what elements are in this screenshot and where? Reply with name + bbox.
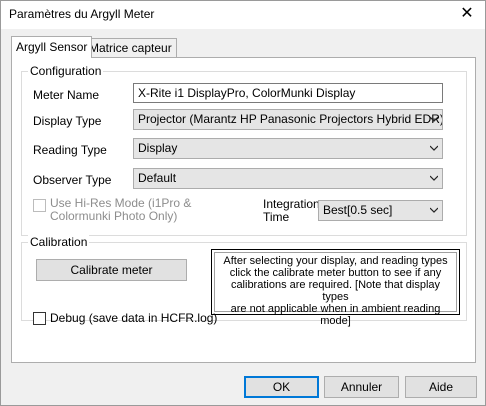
window-title: Paramètres du Argyll Meter	[9, 7, 155, 21]
hi-res-mode-label: Use Hi-Res Mode (i1Pro & Colormunki Phot…	[50, 197, 191, 223]
calibrate-meter-button[interactable]: Calibrate meter	[36, 259, 187, 281]
chevron-down-icon	[430, 116, 438, 122]
hi-res-mode-checkbox[interactable]	[33, 199, 46, 212]
chevron-down-icon	[430, 145, 438, 151]
tab-argyll-sensor[interactable]: Argyll Sensor	[11, 36, 93, 58]
observer-type-dropdown[interactable]: Default	[133, 168, 443, 189]
calibration-info-box: After selecting your display, and readin…	[211, 249, 460, 327]
integration-time-label: Integration Time	[263, 198, 320, 224]
title-bar: Paramètres du Argyll Meter ✕	[1, 1, 485, 29]
ok-button[interactable]: OK	[244, 376, 319, 398]
hi-res-mode-label-line1: Use Hi-Res Mode (i1Pro &	[50, 196, 192, 210]
chevron-down-icon	[430, 207, 438, 213]
calibration-info-line: are not applicable when in ambient readi…	[230, 303, 441, 327]
calibration-info-line: calibrations are required. [Note that di…	[230, 279, 441, 303]
tab-matrice-capteur[interactable]: Matrice capteur	[84, 38, 177, 57]
debug-checkbox[interactable]	[33, 312, 46, 325]
close-icon[interactable]: ✕	[455, 3, 479, 25]
observer-type-label: Observer Type	[33, 173, 112, 187]
integration-time-value: Best[0.5 sec]	[323, 203, 393, 217]
display-type-value: Projector (Marantz HP Panasonic Projecto…	[138, 112, 443, 126]
integration-time-label-line1: Integration	[263, 197, 320, 211]
display-type-label: Display Type	[33, 114, 102, 128]
help-button[interactable]: Aide	[405, 376, 477, 398]
calibration-info-line: After selecting your display, and readin…	[223, 255, 448, 267]
meter-name-label: Meter Name	[33, 88, 100, 102]
integration-time-dropdown[interactable]: Best[0.5 sec]	[318, 200, 443, 221]
calibration-info-line: click the calibrate meter button to see …	[229, 267, 442, 279]
cancel-button[interactable]: Annuler	[324, 376, 399, 398]
hi-res-mode-label-line2: Colormunki Photo Only)	[50, 209, 178, 223]
meter-name-field[interactable]: X-Rite i1 DisplayPro, ColorMunki Display	[133, 83, 443, 103]
tab-panel: Configuration Meter Name X-Rite i1 Displ…	[11, 57, 476, 363]
observer-type-value: Default	[138, 171, 177, 185]
debug-label: Debug (save data in HCFR.log)	[50, 311, 218, 325]
reading-type-label: Reading Type	[33, 143, 107, 157]
chevron-down-icon	[430, 175, 438, 181]
integration-time-label-line2: Time	[263, 210, 290, 224]
configuration-group-label: Configuration	[28, 64, 104, 78]
display-type-dropdown[interactable]: Projector (Marantz HP Panasonic Projecto…	[133, 109, 443, 130]
dialog-window: Paramètres du Argyll Meter ✕ Argyll Sens…	[0, 0, 486, 406]
reading-type-value: Display	[138, 141, 178, 155]
reading-type-dropdown[interactable]: Display	[133, 138, 443, 159]
calibration-group-label: Calibration	[28, 235, 90, 249]
